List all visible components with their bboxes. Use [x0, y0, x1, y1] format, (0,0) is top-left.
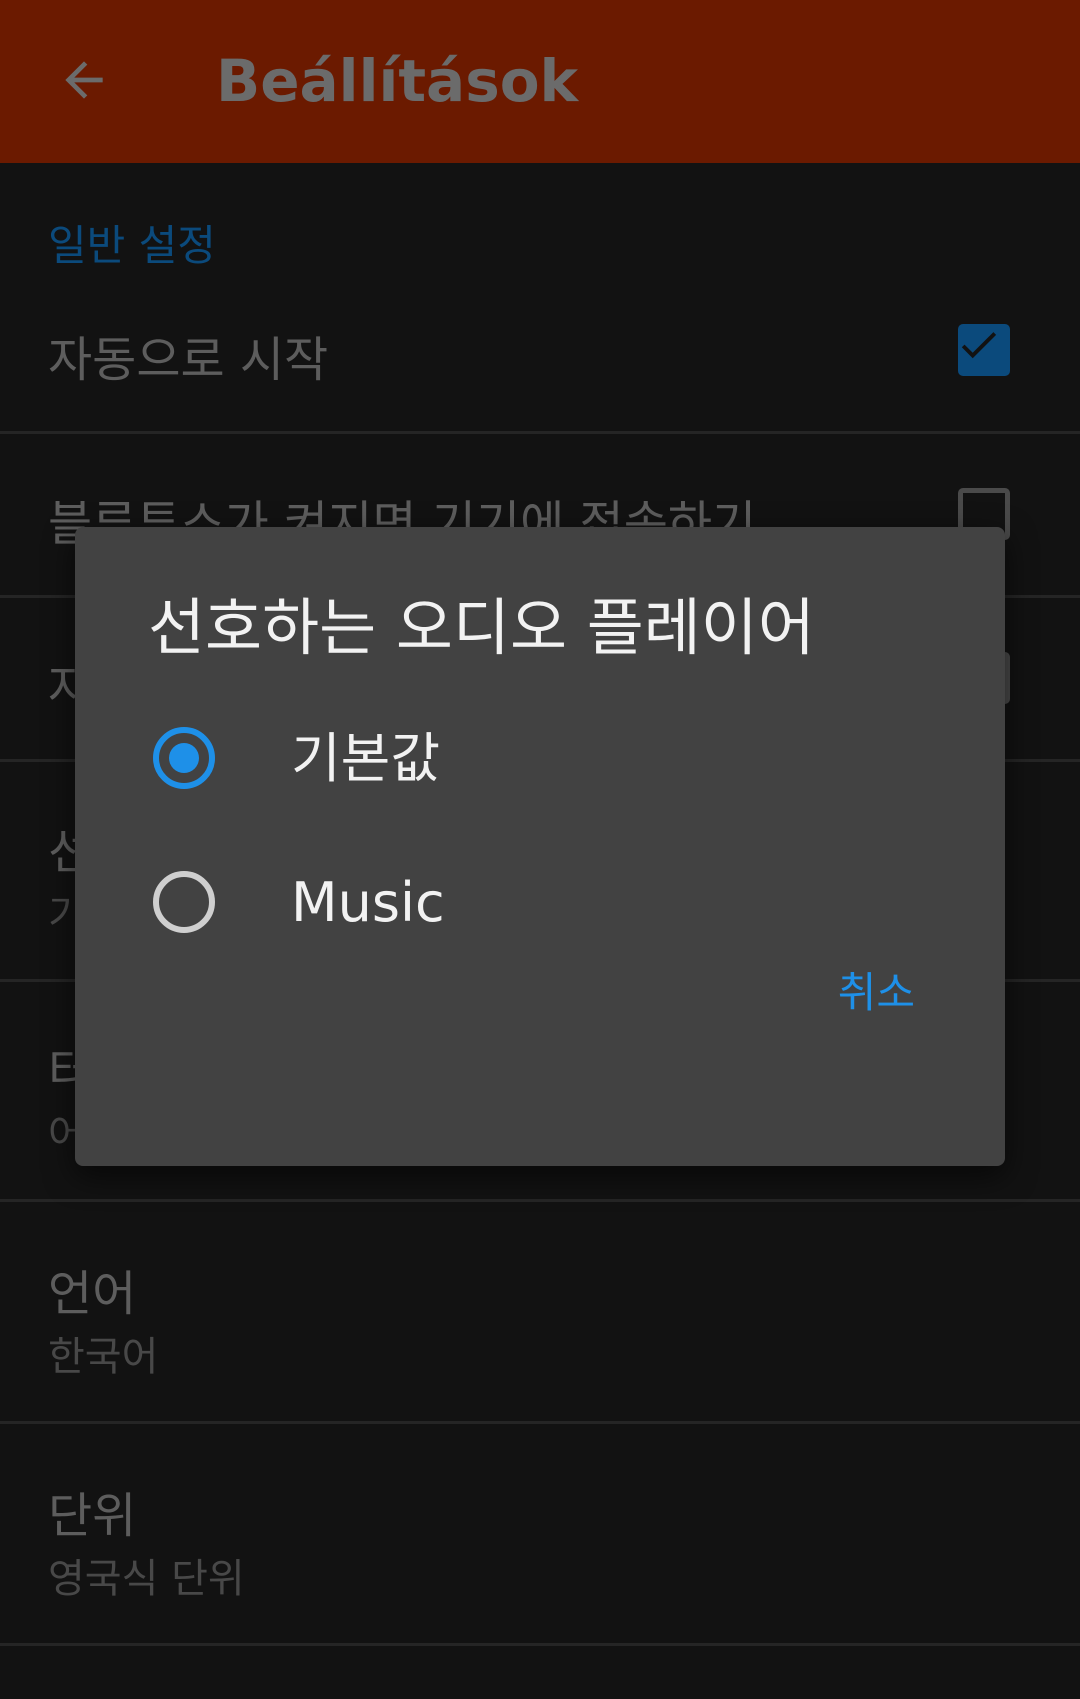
- page-title: Beállítások: [216, 47, 579, 115]
- units-title: 단위: [48, 1488, 137, 1544]
- setting-row-language[interactable]: 언어 한국어: [0, 1202, 1080, 1424]
- audio-player-dialog: 선호하는 오디오 플레이어 기본값 Music 취소: [75, 527, 1005, 1166]
- option-label: 기본값: [291, 727, 441, 790]
- setting-row-units[interactable]: 단위 영국식 단위: [0, 1424, 1080, 1646]
- auto-start-checkbox[interactable]: [958, 324, 1010, 376]
- dialog-title: 선호하는 오디오 플레이어: [148, 591, 815, 664]
- setting-title: 자동으로 시작: [48, 332, 329, 388]
- cancel-button[interactable]: 취소: [820, 947, 933, 1032]
- option-label: Music: [291, 871, 445, 934]
- arrow-left-icon: [65, 61, 103, 99]
- radio-music[interactable]: [153, 871, 215, 933]
- check-icon: [961, 332, 997, 359]
- units-summary: 영국식 단위: [48, 1556, 245, 1602]
- section-header-general: 일반 설정: [48, 221, 216, 270]
- app-bar: Beállítások: [0, 0, 1080, 163]
- back-button[interactable]: [40, 36, 128, 124]
- language-summary: 한국어: [48, 1334, 159, 1380]
- option-default[interactable]: 기본값: [75, 694, 1005, 824]
- radio-default[interactable]: [153, 727, 215, 789]
- setting-row-auto-start[interactable]: 자동으로 시작: [0, 270, 1080, 434]
- language-title: 언어: [48, 1266, 137, 1322]
